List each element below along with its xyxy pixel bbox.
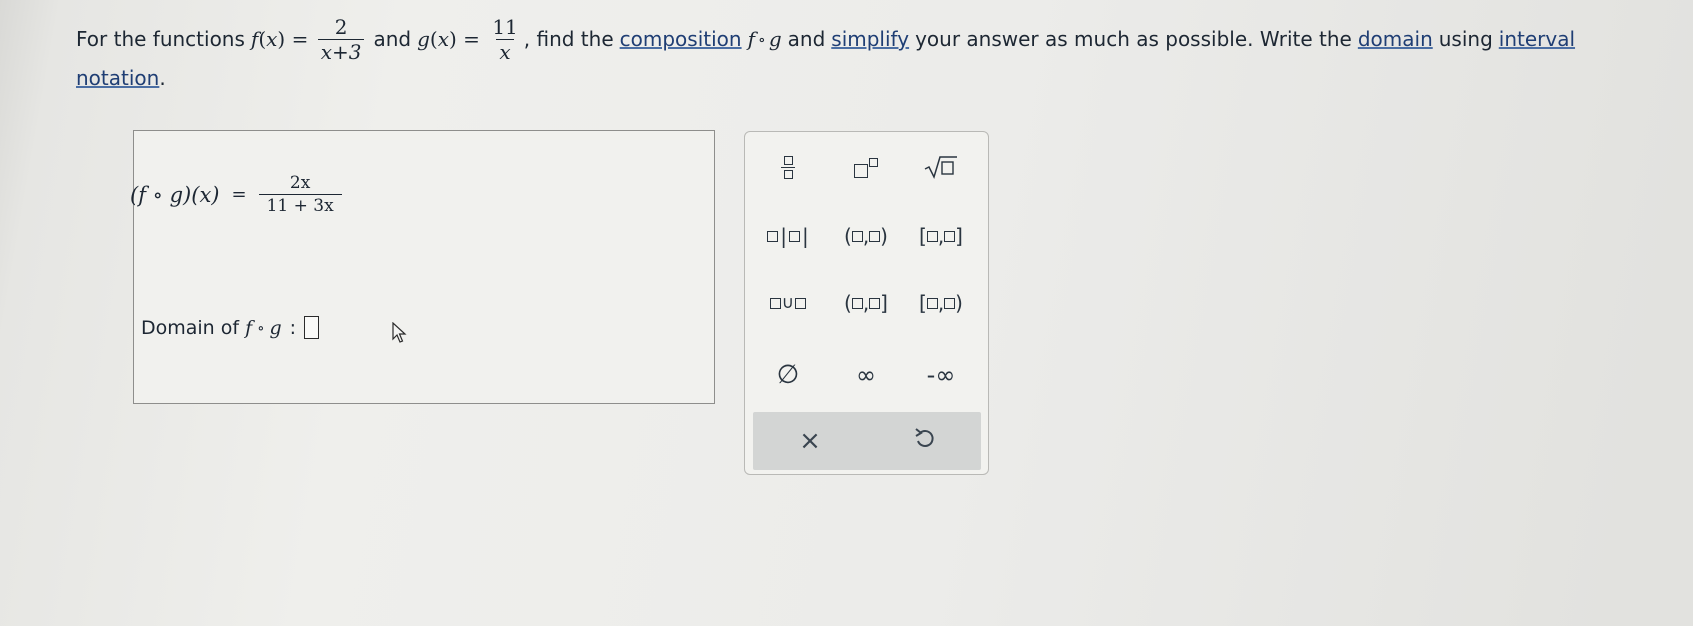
empty-set-button[interactable]: ∅ <box>756 355 820 395</box>
undo-icon <box>913 426 935 457</box>
comp-f: f <box>747 27 755 51</box>
mid-text: , find the <box>523 27 614 51</box>
domain-link[interactable]: domain <box>1358 27 1433 51</box>
rest-text: your answer as much as possible. Write t… <box>915 27 1352 51</box>
f-name: f <box>250 27 259 51</box>
g-name: g <box>417 27 430 51</box>
notation-link[interactable]: notation <box>76 66 159 90</box>
composition-link[interactable]: composition <box>620 27 742 51</box>
f-denominator: x+3 <box>317 38 365 64</box>
answer-equals: = <box>231 184 247 205</box>
fraction-button[interactable] <box>756 147 820 187</box>
absolute-value-button[interactable]: | | <box>756 216 820 256</box>
question-text-line2: notation. <box>76 66 166 90</box>
composition-answer: (f ∘ g)(x) = 2x 11 + 3x <box>130 172 345 217</box>
answer-denominator: 11 + 3x <box>258 194 342 217</box>
mouse-cursor-icon <box>392 321 408 348</box>
question-text: For the functions f (x) = 2 x+3 and g (x… <box>76 14 1576 64</box>
domain-f: f <box>245 316 253 339</box>
union-button[interactable]: ∪ <box>756 283 820 323</box>
clear-button[interactable]: × <box>753 412 867 470</box>
open-interval-button[interactable]: (,) <box>834 216 898 256</box>
sqrt-button[interactable] <box>909 147 973 187</box>
question-intro: For the functions <box>76 27 245 51</box>
left-open-interval-button[interactable]: (,] <box>834 283 898 323</box>
undo-button[interactable] <box>867 412 981 470</box>
right-open-interval-button[interactable]: [,) <box>909 283 973 323</box>
close-icon: × <box>799 426 821 456</box>
f-numerator: 2 <box>334 14 348 39</box>
domain-colon: : <box>289 316 297 339</box>
composition-lhs: (f ∘ g)(x) <box>130 182 220 207</box>
and2-text: and <box>787 27 826 51</box>
and-text: and <box>373 27 412 51</box>
f-fraction: 2 x+3 <box>317 14 365 64</box>
domain-label: Domain of <box>141 316 240 339</box>
domain-g: g <box>269 316 282 339</box>
exponent-button[interactable] <box>834 147 898 187</box>
domain-op: ∘ <box>257 318 265 337</box>
g-numerator: 11 <box>492 14 518 39</box>
comp-g: g <box>768 27 782 51</box>
domain-row: Domain of f ∘ g : <box>141 316 320 339</box>
g-denominator: x <box>496 38 514 64</box>
palette-footer: × <box>753 412 981 470</box>
negative-infinity-button[interactable]: -∞ <box>909 355 973 395</box>
interval-link[interactable]: interval <box>1499 27 1575 51</box>
period: . <box>159 66 166 90</box>
g-fraction: 11 x <box>489 15 520 64</box>
using-text: using <box>1438 27 1493 51</box>
comp-op: ∘ <box>757 29 766 49</box>
answer-fraction: 2x 11 + 3x <box>258 172 342 217</box>
closed-interval-button[interactable]: [,] <box>909 216 973 256</box>
infinity-button[interactable]: ∞ <box>834 355 898 395</box>
domain-input[interactable] <box>304 316 320 339</box>
simplify-link[interactable]: simplify <box>831 27 909 51</box>
f-arg: x <box>266 27 278 51</box>
answer-numerator: 2x <box>289 173 311 193</box>
g-arg: x <box>437 27 450 51</box>
